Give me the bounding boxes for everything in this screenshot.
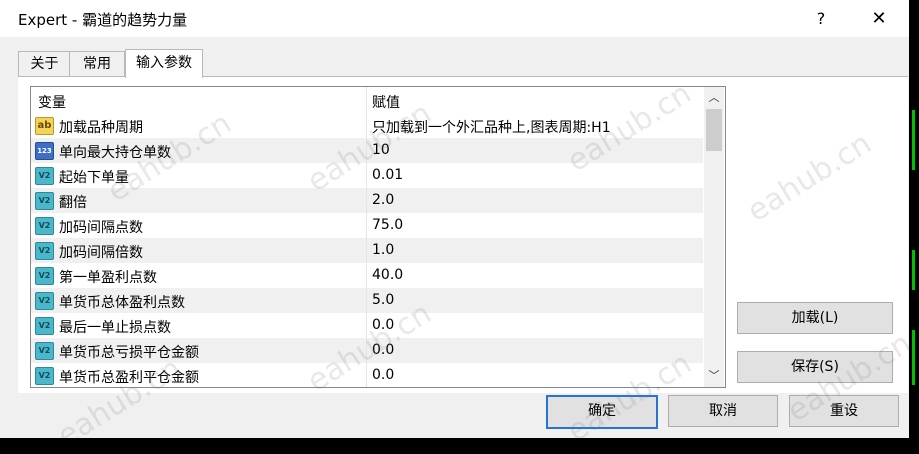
reset-button[interactable]: 重设 xyxy=(789,395,899,427)
double-type-icon: V2 xyxy=(35,292,54,310)
scroll-down-icon[interactable]: ﹀ xyxy=(704,367,724,385)
parameter-value[interactable]: 0.0 xyxy=(372,317,394,333)
parameter-name: 加码间隔倍数 xyxy=(59,245,143,261)
cancel-button[interactable]: 取消 xyxy=(668,395,778,427)
table-row[interactable]: V2 翻倍 2.0 xyxy=(31,188,703,213)
header-value[interactable]: 赋值 xyxy=(372,92,400,112)
double-type-icon: V2 xyxy=(35,342,54,360)
parameter-value[interactable]: 10 xyxy=(372,142,390,158)
table-row[interactable]: V2 加码间隔倍数 1.0 xyxy=(31,238,703,263)
table-row[interactable]: V2 加码间隔点数 75.0 xyxy=(31,213,703,238)
column-divider xyxy=(366,113,367,138)
double-type-icon: V2 xyxy=(35,317,54,335)
column-divider xyxy=(366,263,367,288)
column-divider xyxy=(366,313,367,338)
chart-candle xyxy=(912,330,915,385)
parameter-value[interactable]: 2.0 xyxy=(372,192,394,208)
string-type-icon: ab xyxy=(35,117,54,135)
table-row[interactable]: V2 起始下单量 0.01 xyxy=(31,163,703,188)
table-row[interactable]: ab 加载品种周期 只加载到一个外汇品种上,图表周期:H1 xyxy=(31,113,703,138)
table-row[interactable]: V2 最后一单止损点数 0.0 xyxy=(31,313,703,338)
double-type-icon: V2 xyxy=(35,192,54,210)
parameter-name: 翻倍 xyxy=(59,195,87,211)
chart-candle xyxy=(912,250,915,290)
column-divider xyxy=(366,338,367,363)
column-divider xyxy=(366,288,367,313)
parameter-name: 起始下单量 xyxy=(59,170,129,186)
parameter-name: 最后一单止损点数 xyxy=(59,320,171,336)
header-variable[interactable]: 变量 xyxy=(38,92,66,112)
parameter-name: 单向最大持仓单数 xyxy=(59,145,171,161)
column-divider xyxy=(366,188,367,213)
table-row[interactable]: V2 第一单盈利点数 40.0 xyxy=(31,263,703,288)
parameter-name: 加载品种周期 xyxy=(59,120,143,136)
column-divider xyxy=(366,163,367,188)
parameter-value[interactable]: 0.0 xyxy=(372,367,394,383)
double-type-icon: V2 xyxy=(35,267,54,285)
header-divider xyxy=(366,87,367,113)
parameter-name: 第一单盈利点数 xyxy=(59,270,157,286)
vertical-scrollbar[interactable]: ︿ ﹀ xyxy=(704,87,724,387)
background-chart-bottom xyxy=(0,438,919,448)
double-type-icon: V2 xyxy=(35,217,54,235)
scroll-thumb[interactable] xyxy=(706,109,722,151)
expert-dialog: Expert - 霸道的趋势力量 ? ✕ 关于 常用 输入参数 变量 赋值 ab… xyxy=(0,0,918,454)
parameter-name: 加码间隔点数 xyxy=(59,220,143,236)
parameter-value[interactable]: 0.0 xyxy=(372,342,394,358)
parameter-name: 单货币总亏损平仓金额 xyxy=(59,345,199,361)
double-type-icon: V2 xyxy=(35,242,54,260)
table-header: 变量 赋值 xyxy=(31,87,703,113)
parameter-name: 单货币总体盈利点数 xyxy=(59,295,185,311)
table-row[interactable]: V2 单货币总体盈利点数 5.0 xyxy=(31,288,703,313)
title-bar[interactable]: Expert - 霸道的趋势力量 ? ✕ xyxy=(0,0,909,37)
column-divider xyxy=(366,213,367,238)
double-type-icon: V2 xyxy=(35,167,54,185)
tab-about[interactable]: 关于 xyxy=(18,51,71,76)
chart-candle xyxy=(912,110,915,170)
close-icon[interactable]: ✕ xyxy=(856,0,902,37)
column-divider xyxy=(366,138,367,163)
table-row[interactable]: V2 单货币总亏损平仓金额 0.0 xyxy=(31,338,703,363)
integer-type-icon: 123 xyxy=(35,142,54,160)
help-button[interactable]: ? xyxy=(798,0,844,37)
parameter-value[interactable]: 0.01 xyxy=(372,167,403,183)
scroll-up-icon[interactable]: ︿ xyxy=(704,89,724,107)
double-type-icon: V2 xyxy=(35,367,54,385)
parameter-table: 变量 赋值 ab 加载品种周期 只加载到一个外汇品种上,图表周期:H1 123 单向最大… xyxy=(30,86,726,388)
tab-common[interactable]: 常用 xyxy=(69,51,125,76)
parameter-value[interactable]: 5.0 xyxy=(372,292,394,308)
load-button[interactable]: 加载(L) xyxy=(737,302,893,334)
parameter-value[interactable]: 1.0 xyxy=(372,242,394,258)
ok-button[interactable]: 确定 xyxy=(546,395,658,429)
save-button[interactable]: 保存(S) xyxy=(737,351,893,383)
tab-inputs[interactable]: 输入参数 xyxy=(125,49,203,78)
parameter-value[interactable]: 75.0 xyxy=(372,217,403,233)
column-divider xyxy=(366,238,367,263)
parameter-name: 单货币总盈利平仓金额 xyxy=(59,370,199,386)
window-title: Expert - 霸道的趋势力量 xyxy=(18,11,188,29)
parameter-value[interactable]: 40.0 xyxy=(372,267,403,283)
parameter-value[interactable]: 只加载到一个外汇品种上,图表周期:H1 xyxy=(372,117,611,137)
table-row[interactable]: 123 单向最大持仓单数 10 xyxy=(31,138,703,163)
column-divider xyxy=(366,363,367,387)
table-row[interactable]: V2 单货币总盈利平仓金额 0.0 xyxy=(31,363,703,387)
